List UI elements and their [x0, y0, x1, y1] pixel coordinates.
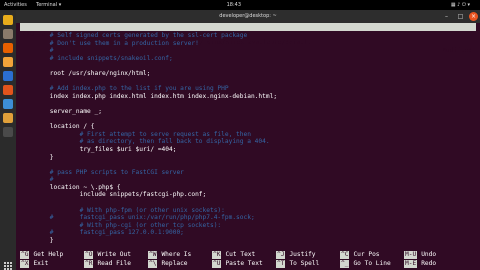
shortcut-item[interactable]: ^O Write Out [84, 251, 131, 259]
code-line: # as directory, then fall back to displa… [20, 138, 270, 146]
code-line: include snippets/fastcgi-php.conf; [20, 191, 207, 199]
code-line: # include snippets/snakeoil.conf; [20, 54, 173, 62]
shortcut-item[interactable]: ^K Cut Text [212, 251, 255, 259]
editor-text-area[interactable]: # Self signed certs generated by the ssl… [20, 32, 476, 250]
firefox-icon[interactable] [3, 43, 13, 53]
shortcut-label: Write Out [97, 251, 131, 258]
code-line: } [20, 153, 54, 161]
rhythmbox-icon[interactable] [3, 57, 13, 67]
help-icon[interactable] [3, 99, 13, 109]
shortcut-key: ^G [20, 251, 30, 259]
shortcut-item[interactable]: ^\ Replace [148, 260, 188, 268]
shortcut-key: ^O [84, 251, 94, 259]
code-line: # [20, 176, 54, 184]
code-line: root /usr/share/nginx/html; [20, 69, 151, 77]
code-line: # Add index.php to the list if you are u… [20, 85, 229, 93]
code-line: # First attempt to serve request as file… [20, 130, 251, 138]
code-line: try_files $uri $uri/ =404; [20, 145, 177, 153]
shortcut-key: ^U [212, 260, 222, 268]
shortcut-label: Redo [421, 260, 437, 267]
shortcut-item[interactable]: ^_ Go To Line [340, 260, 391, 268]
shortcut-item[interactable]: ^X Exit [20, 260, 48, 268]
shortcut-bar: ^G Get Help ^O Write Out ^W Where Is ^K Cut Tex… [20, 251, 476, 269]
shortcut-item[interactable]: M-E Redo [404, 260, 436, 268]
shortcut-label: Cur Pos [353, 251, 380, 258]
shortcut-item[interactable]: ^R Read File [84, 260, 131, 268]
clock[interactable]: 18:43 [224, 0, 241, 10]
code-line: # With php-fpm (or other unix sockets): [20, 206, 225, 214]
code-line: # Don't use them in a production server! [20, 39, 199, 47]
software-icon[interactable] [3, 85, 13, 95]
code-line: # With php-cgi (or other tcp sockets): [20, 221, 222, 229]
shortcut-label: Cut Text [225, 251, 256, 258]
shortcut-item[interactable]: ^T To Spell [276, 260, 319, 268]
shortcut-label: Where Is [161, 251, 192, 258]
shortcut-key: ^X [20, 260, 30, 268]
top-bar: Activities Terminal 18:43 ▦ ♪ ⏻ ▾ [0, 0, 480, 10]
code-line: location ~ \.php$ { [20, 183, 121, 191]
dock [0, 10, 16, 270]
shortcut-item[interactable]: ^J Justify [276, 251, 316, 259]
shortcut-key: ^\ [148, 260, 158, 268]
app-menu[interactable]: Terminal [36, 0, 61, 10]
shortcut-key: ^R [84, 260, 94, 268]
shortcut-label: Undo [421, 251, 437, 258]
shortcut-item[interactable]: M-U Undo [404, 251, 436, 259]
shortcut-key: ^_ [340, 260, 350, 268]
shortcut-item[interactable]: ^G Get Help [20, 251, 63, 259]
title-bar: developer@desktop: ~ – □ × [16, 10, 480, 23]
nano-editor: GNU nano 4.8 /etc/nginx/sites-available/… [16, 23, 480, 270]
code-line: } [20, 237, 54, 245]
shortcut-key: M-E [404, 260, 418, 268]
shortcut-label: Exit [33, 260, 49, 267]
shortcut-key: ^W [148, 251, 158, 259]
code-line: # Self signed certs generated by the ssl… [20, 32, 248, 39]
maximize-button[interactable]: □ [456, 12, 465, 21]
shortcut-label: Go To Line [353, 260, 391, 267]
close-button[interactable]: × [469, 12, 478, 21]
code-line: location / { [20, 123, 95, 131]
shortcut-label: Replace [161, 260, 188, 267]
shortcut-key: ^T [276, 260, 286, 268]
code-line: # [20, 47, 54, 55]
files-icon[interactable] [3, 29, 13, 39]
amazon-icon[interactable] [3, 113, 13, 123]
minimize-button[interactable]: – [442, 12, 451, 21]
shortcut-label: Read File [97, 260, 131, 267]
code-line: index index.php index.html index.htm ind… [20, 92, 278, 100]
terminal-window: developer@desktop: ~ – □ × GNU nano 4.8 … [16, 10, 480, 270]
shortcut-label: To Spell [289, 260, 320, 267]
code-line: server_name _; [20, 107, 102, 115]
terminal-icon[interactable] [3, 127, 13, 137]
code-line: # pass PHP scripts to FastCGI server [20, 168, 184, 176]
shortcut-label: Justify [289, 251, 316, 258]
activities-button[interactable]: Activities [4, 0, 27, 10]
nano-header: GNU nano 4.8 /etc/nginx/sites-available/… [20, 23, 476, 54]
shortcut-key: ^C [340, 251, 350, 259]
writer-icon[interactable] [3, 71, 13, 81]
code-line: # fastcgi_pass unix:/var/run/php/php7.4-… [20, 214, 255, 222]
shortcut-label: Get Help [33, 251, 64, 258]
shortcut-key: M-U [404, 251, 418, 259]
system-tray[interactable]: ▦ ♪ ⏻ ▾ [451, 0, 470, 10]
code-line: # fastcgi_pass 127.0.0.1:9000; [20, 229, 184, 237]
chrome-icon[interactable] [3, 15, 13, 25]
show-applications-icon[interactable] [4, 262, 12, 270]
shortcut-item[interactable]: ^C Cur Pos [340, 251, 380, 259]
window-title: developer@desktop: ~ [219, 13, 277, 19]
shortcut-key: ^J [276, 251, 286, 259]
shortcut-key: ^K [212, 251, 222, 259]
shortcut-item[interactable]: ^W Where Is [148, 251, 191, 259]
shortcut-item[interactable]: ^U Paste Text [212, 260, 263, 268]
shortcut-label: Paste Text [225, 260, 263, 267]
